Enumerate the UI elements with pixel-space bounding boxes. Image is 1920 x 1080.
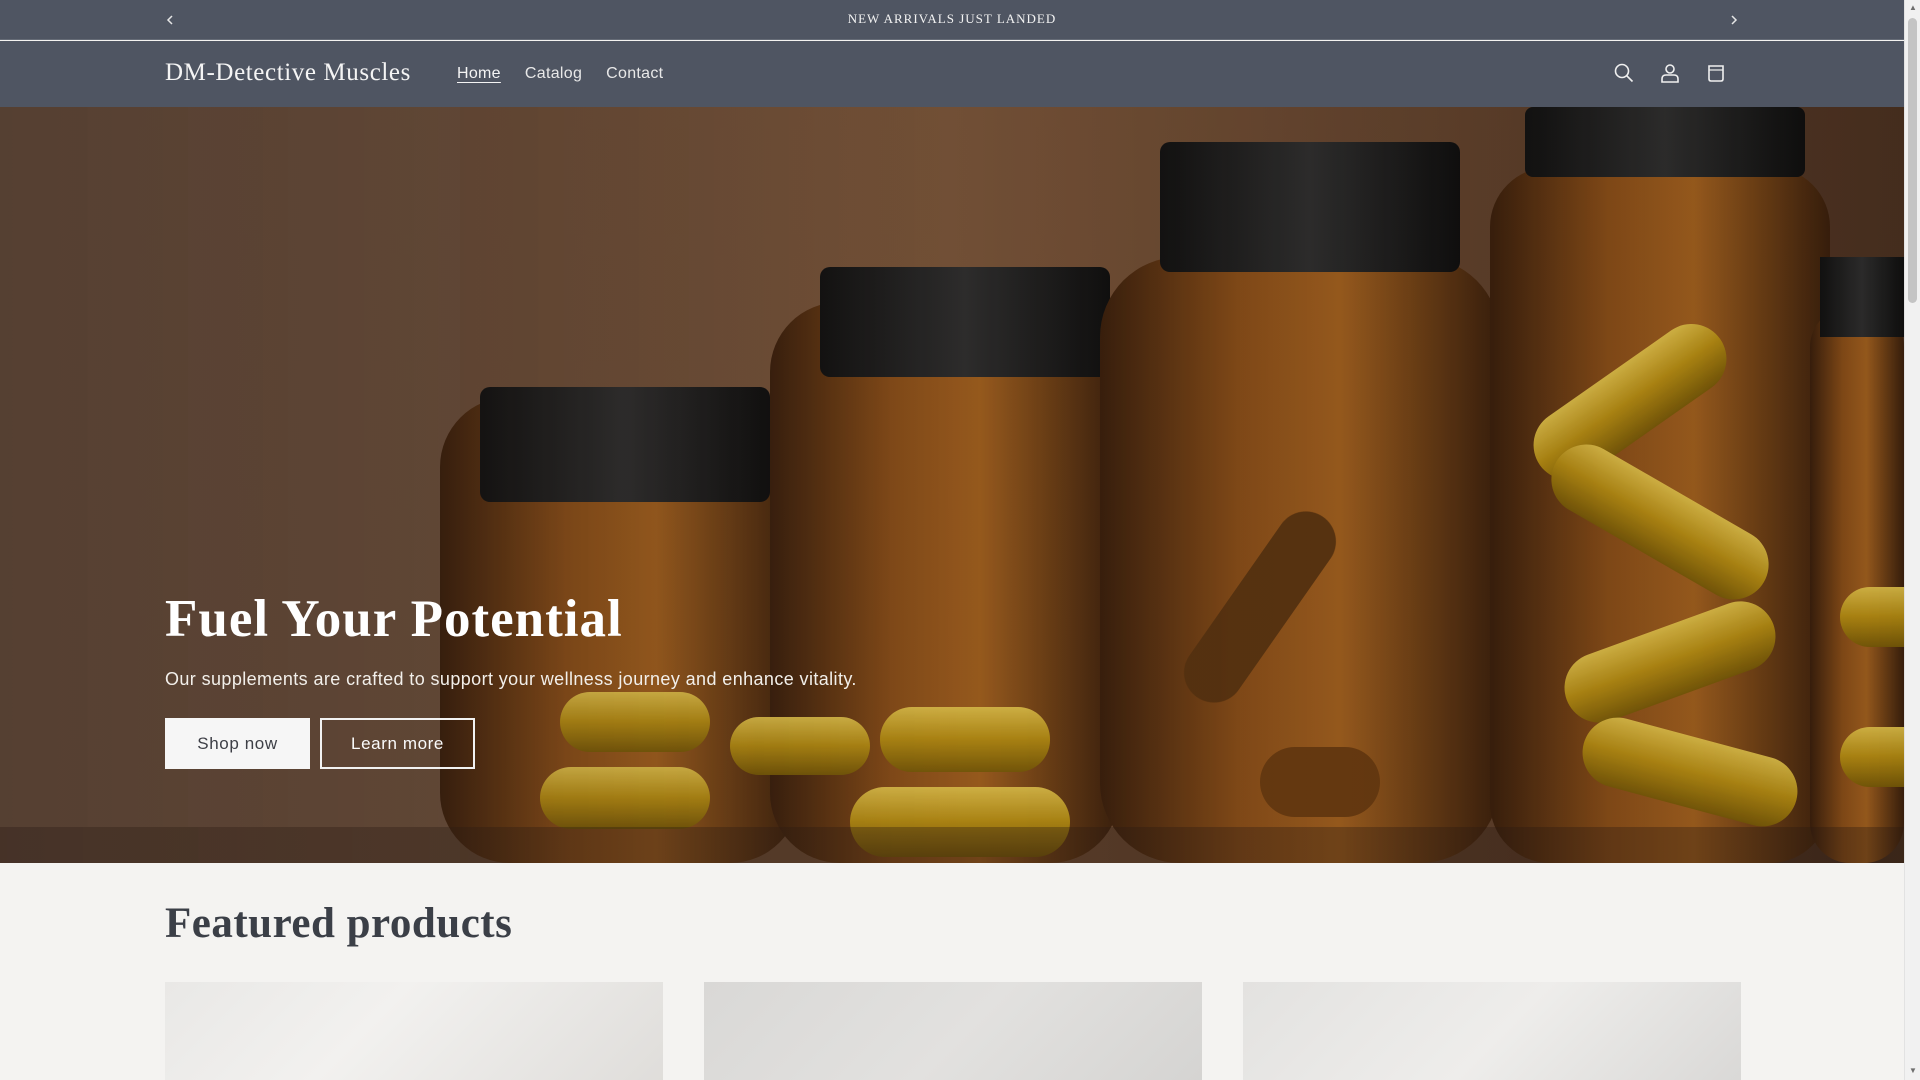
search-icon[interactable] xyxy=(1612,61,1636,85)
shop-now-button[interactable]: Shop now xyxy=(165,718,310,769)
header-icons xyxy=(1612,61,1728,85)
cart-icon[interactable] xyxy=(1704,61,1728,85)
page: NEW ARRIVALS JUST LANDED DM-Detective Mu… xyxy=(0,0,1904,1080)
product-card[interactable] xyxy=(704,982,1202,1080)
main-nav: Home Catalog Contact xyxy=(445,65,675,83)
featured-title: Featured products xyxy=(165,900,513,947)
announcement-text: NEW ARRIVALS JUST LANDED xyxy=(847,11,1057,26)
chevron-right-icon[interactable] xyxy=(1722,8,1746,32)
learn-more-button[interactable]: Learn more xyxy=(320,718,475,769)
scroll-thumb[interactable] xyxy=(1908,18,1917,303)
hero-subtitle: Our supplements are crafted to support y… xyxy=(165,669,857,689)
nav-contact[interactable]: Contact xyxy=(594,65,675,83)
hero-banner: Fuel Your Potential Our supplements are … xyxy=(0,107,1904,863)
product-card[interactable] xyxy=(1243,982,1741,1080)
scroll-down-arrow-icon[interactable]: ▼ xyxy=(1908,1066,1918,1076)
site-logo[interactable]: DM-Detective Muscles xyxy=(165,59,411,87)
product-card[interactable] xyxy=(165,982,663,1080)
scrollbar[interactable]: ▲ ▼ xyxy=(1904,0,1920,1080)
announcement-bar: NEW ARRIVALS JUST LANDED xyxy=(0,0,1904,40)
site-header: DM-Detective Muscles Home Catalog Contac… xyxy=(0,41,1904,107)
nav-home[interactable]: Home xyxy=(445,65,513,83)
scroll-up-arrow-icon[interactable]: ▲ xyxy=(1908,3,1918,13)
hero-title: Fuel Your Potential xyxy=(165,590,623,648)
featured-section: Featured products xyxy=(0,863,1904,1080)
account-icon[interactable] xyxy=(1658,61,1682,85)
nav-catalog[interactable]: Catalog xyxy=(513,65,594,83)
